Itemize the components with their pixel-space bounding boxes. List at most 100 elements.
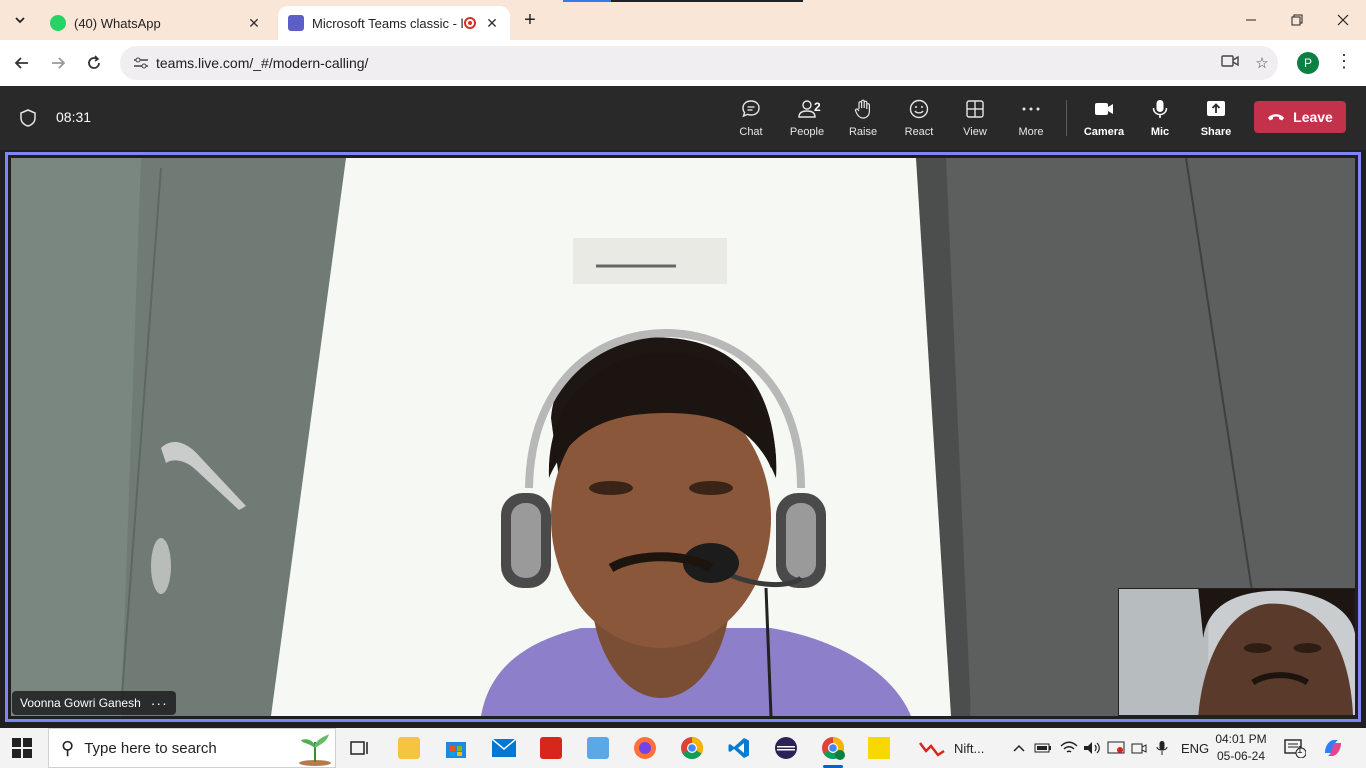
site-info-icon[interactable] [126,56,156,70]
control-panel-button[interactable] [584,734,612,762]
taskbar-search-box[interactable]: ⚲ Type here to search [48,728,336,768]
reload-icon [88,55,100,69]
sticky-notes-icon [868,737,890,759]
view-label: View [963,126,987,138]
restore-button[interactable] [1274,0,1320,40]
firefox-icon [634,737,656,759]
mic-button[interactable]: Mic [1133,98,1187,142]
loading-indicator [563,0,803,2]
react-button[interactable]: React [892,98,946,142]
battery-status[interactable] [1034,728,1052,768]
people-count-badge: 2 [814,100,821,114]
network-status[interactable] [1060,728,1078,768]
back-button[interactable] [8,49,36,77]
chevron-down-icon [15,17,25,24]
shield-icon[interactable] [18,108,38,128]
sticky-notes-button[interactable] [865,734,893,762]
screen-share-icon [1107,741,1125,754]
mic-label: Mic [1150,126,1170,138]
minimize-button[interactable] [1228,0,1274,40]
file-explorer-button[interactable] [395,734,423,762]
more-button[interactable]: More [1004,98,1058,142]
people-button[interactable]: 2 People [780,98,834,142]
chrome-button[interactable] [678,734,706,762]
acrobat-icon [540,737,562,759]
microphone-icon [1156,741,1168,755]
speaker-icon [1084,742,1100,754]
tab-teams[interactable]: Microsoft Teams classic - lo ✕ [278,6,510,40]
react-icon [909,99,929,119]
share-label: Share [1200,126,1232,138]
tab-title: (40) WhatsApp [74,15,161,31]
windows-start-icon[interactable] [12,738,32,758]
participant-more-icon[interactable]: ··· [151,695,168,711]
tab-search-button[interactable] [8,8,32,32]
raise-label: Raise [848,126,878,138]
system-clock[interactable]: 04:01 PM 05-06-24 [1210,731,1272,765]
view-button[interactable]: View [948,98,1002,142]
nifty-widget[interactable]: Nift... [918,734,984,762]
screen-share-indicator[interactable] [1107,728,1125,768]
volume-control[interactable] [1083,728,1101,768]
omnibox[interactable]: teams.live.com/_#/modern-calling/ ☆ [120,46,1278,80]
chat-label: Chat [739,126,763,138]
camera-in-use-indicator[interactable] [1131,728,1147,768]
chat-icon [742,100,760,118]
camera-icon [1095,103,1113,115]
notification-center-button[interactable]: 1 [1284,738,1307,759]
bookmark-star-icon[interactable]: ☆ [1246,54,1278,72]
acrobat-button[interactable] [537,734,565,762]
copilot-button[interactable] [1322,728,1344,768]
mic-in-use-indicator[interactable] [1156,728,1168,768]
eclipse-button[interactable] [772,734,800,762]
toolbar-divider [1066,100,1067,136]
wifi-icon [1060,741,1078,753]
chrome-profile-icon [822,737,845,760]
new-tab-button[interactable]: + [518,8,542,32]
tab-whatsapp[interactable]: (40) WhatsApp ✕ [40,6,272,40]
participant-name: Voonna Gowri Ganesh [20,696,141,710]
windows-taskbar: ⚲ Type here to search Nift... ENG 04:01 … [0,728,1366,768]
search-placeholder: Type here to search [84,739,217,757]
participant-name-tag[interactable]: Voonna Gowri Ganesh ··· [12,691,176,715]
mail-button[interactable] [490,734,518,762]
input-language[interactable]: ENG [1181,728,1209,768]
mail-icon [492,739,516,757]
chrome-profile-button[interactable] [819,734,847,768]
show-hidden-icons[interactable] [1012,728,1026,768]
url-text[interactable]: teams.live.com/_#/modern-calling/ [156,55,1214,71]
reload-button[interactable] [80,49,108,77]
camera-label: Camera [1083,126,1125,138]
browser-menu-icon[interactable]: ⋮ [1334,51,1354,75]
forward-arrow-icon [52,57,66,69]
forward-button[interactable] [44,49,72,77]
camera-in-use-icon[interactable] [1214,54,1246,72]
close-tab-icon[interactable]: ✕ [246,15,262,32]
search-highlight-plant-icon [299,734,331,766]
raise-hand-button[interactable]: Raise [836,98,890,142]
vscode-button[interactable] [725,734,753,762]
microsoft-store-button[interactable] [442,734,470,762]
leave-button[interactable]: Leave [1254,101,1346,133]
hang-up-icon [1268,114,1285,121]
meeting-timer: 08:31 [56,109,92,125]
firefox-button[interactable] [631,734,659,762]
raise-hand-icon [854,99,870,119]
chat-button[interactable]: Chat [724,98,778,142]
self-view-video[interactable] [1118,588,1356,716]
recording-icon [464,17,476,29]
stock-chart-icon [919,742,945,757]
task-view-button[interactable] [346,734,374,762]
close-tab-icon[interactable]: ✕ [484,15,500,32]
clock-date: 05-06-24 [1216,749,1266,763]
restore-icon [1291,14,1303,26]
share-button[interactable]: Share [1189,98,1243,142]
file-explorer-icon [398,737,420,759]
profile-avatar[interactable]: P [1297,52,1319,74]
clock-time: 04:01 PM [1215,732,1267,746]
leave-label: Leave [1293,109,1333,125]
close-window-button[interactable] [1320,0,1366,40]
view-grid-icon [966,100,984,118]
camera-button[interactable]: Camera [1077,98,1131,142]
address-bar-row: teams.live.com/_#/modern-calling/ ☆ P ⋮ [0,40,1366,86]
